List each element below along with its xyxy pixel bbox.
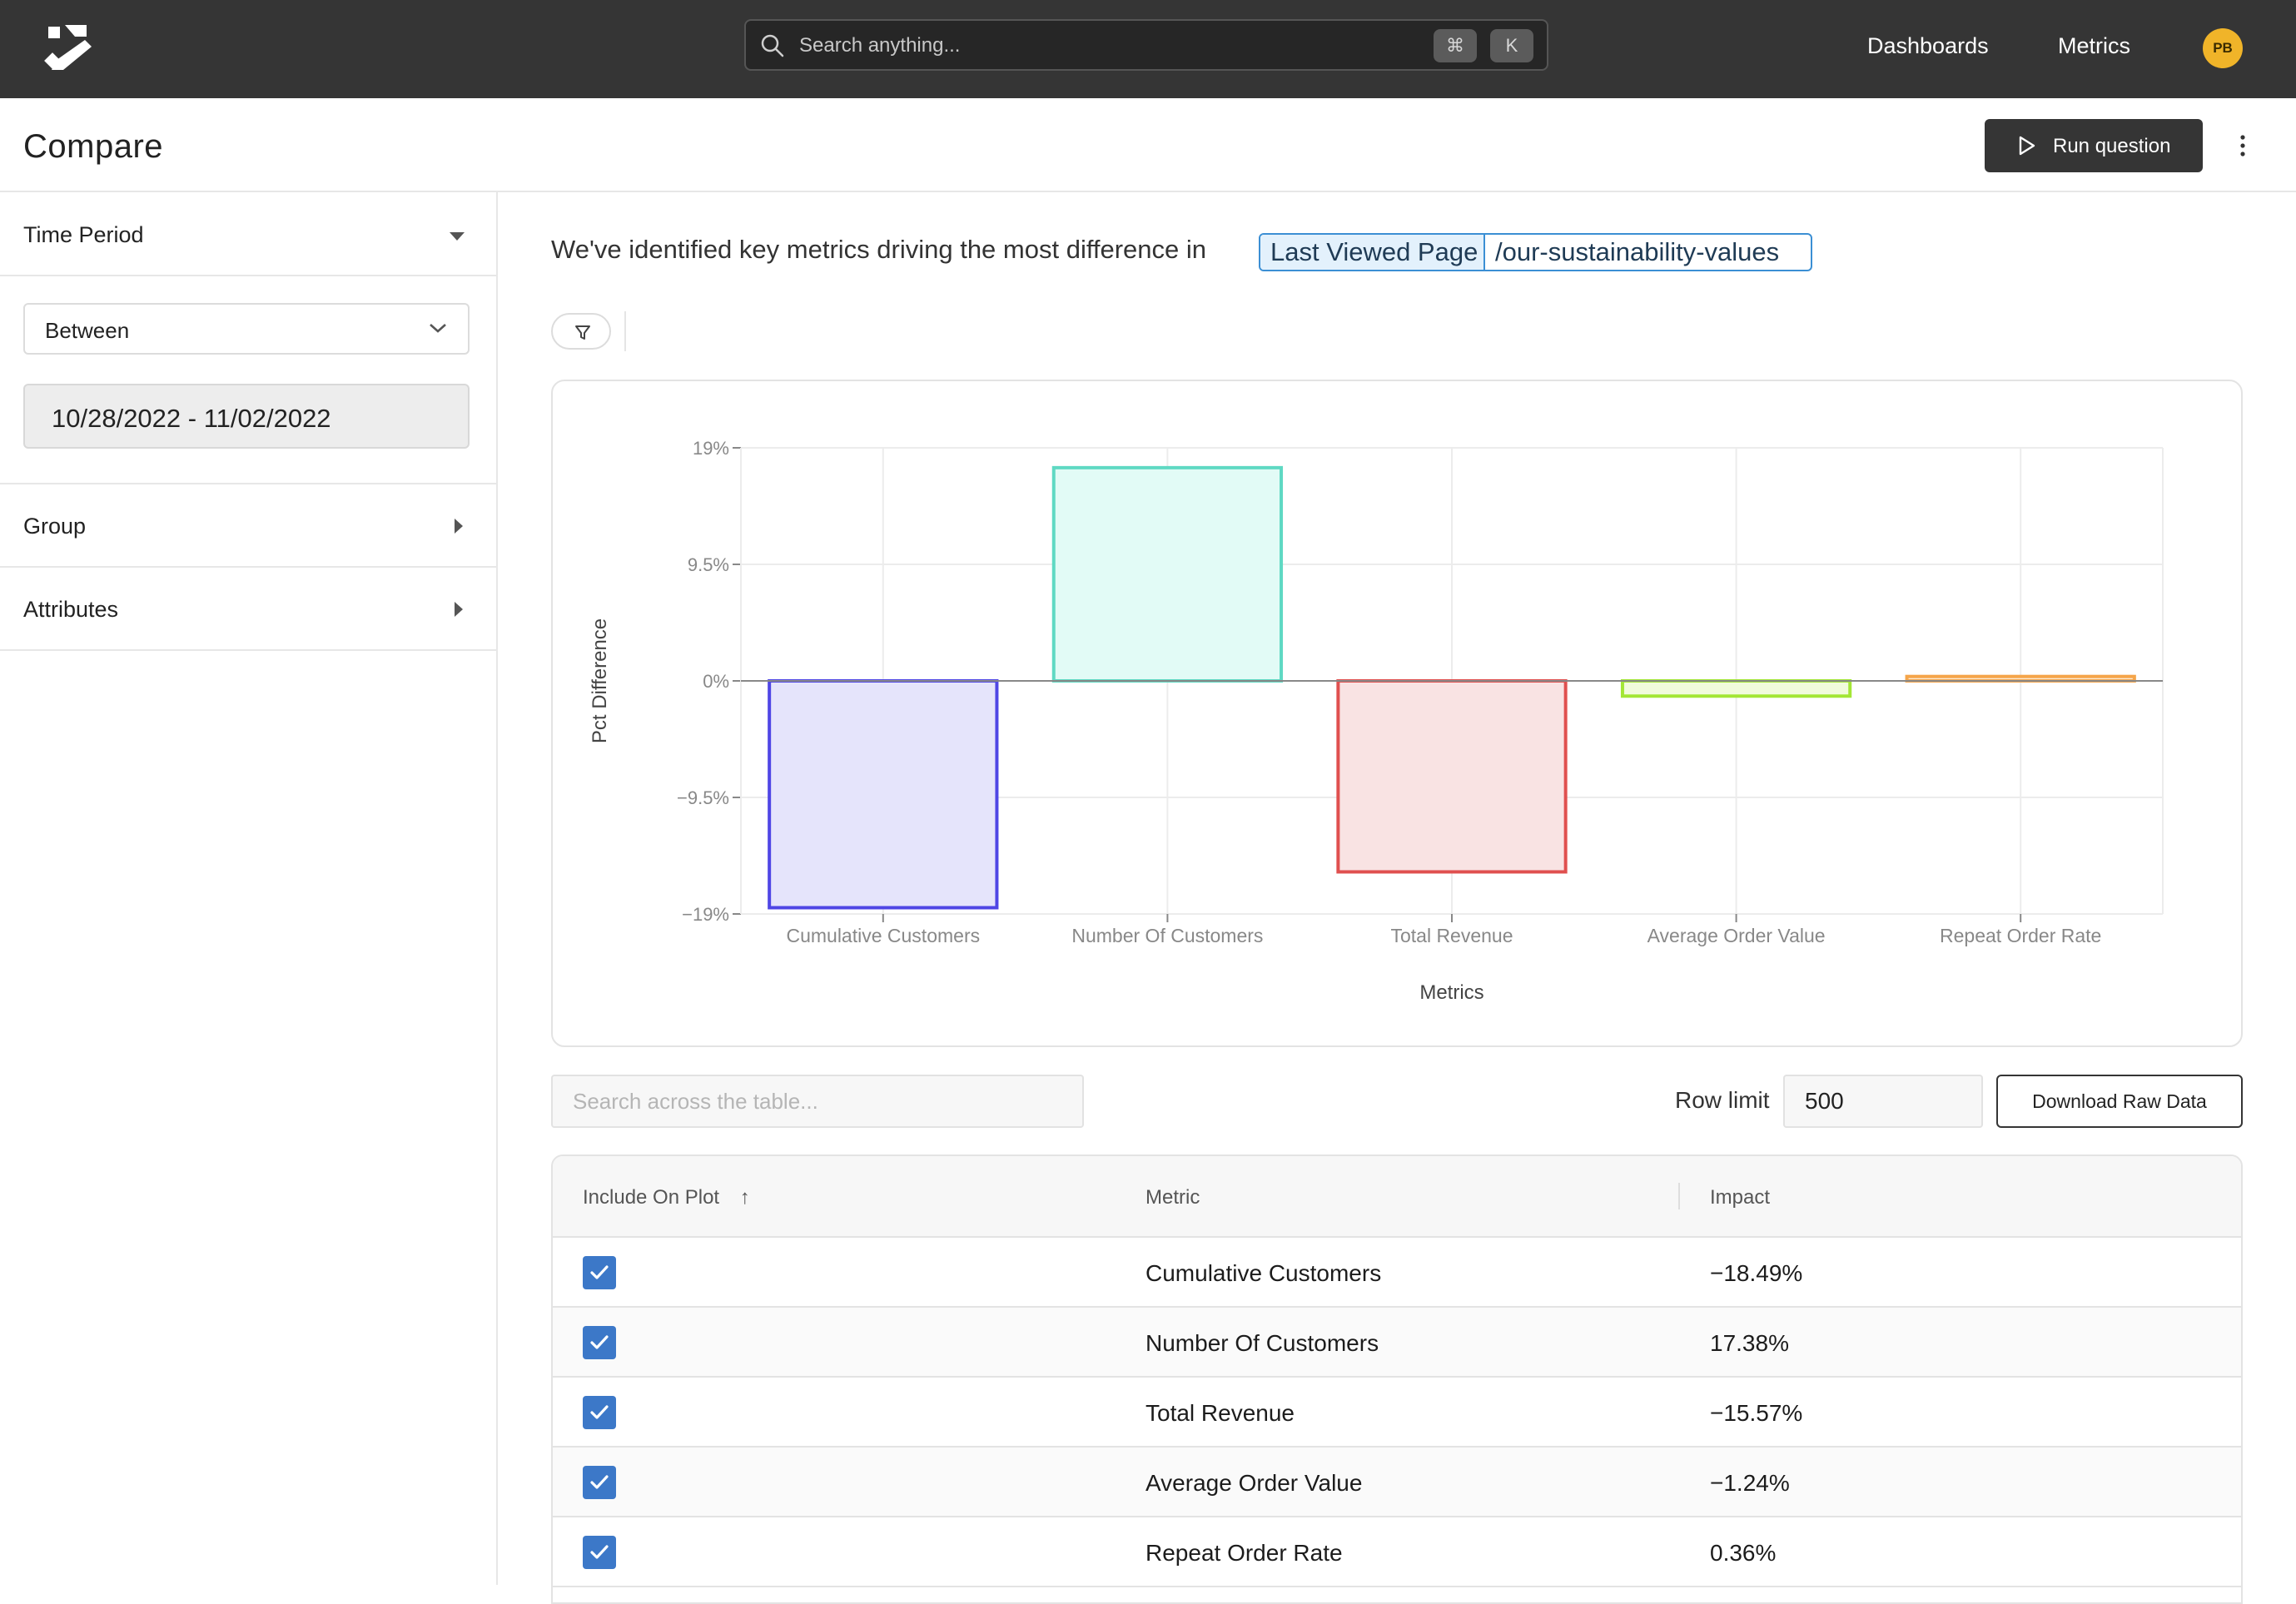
checkmark-icon [590,1335,609,1349]
search-icon [761,34,784,57]
app-logo-icon[interactable] [43,22,95,73]
y-tick-label: 9.5% [688,554,729,575]
chart-card: 19% 9.5% 0% −9.5% −19% Cumulative Customers Nu… [551,380,2243,1047]
impact-cell: −1.24% [1710,1470,1790,1496]
y-axis-title: Pct Difference [589,618,611,743]
column-divider [2241,1183,2243,1209]
bar [768,679,999,910]
time-period-label: Time Period [23,222,144,247]
attributes-section-header[interactable]: Attributes [0,568,496,651]
checkmark-icon [590,1475,609,1489]
y-tick-label: 19% [693,438,729,459]
play-icon [2019,136,2035,156]
toolbar-divider [624,311,626,351]
run-question-label: Run question [2053,135,2171,157]
table-row: Number Of Customers 17.38% [553,1308,2241,1378]
checkmark-icon [590,1405,609,1419]
x-tick-label: Average Order Value [1647,925,1826,946]
table-header: Include On Plot ↑ Metric Impact [553,1156,2243,1238]
page-header: Compare Run question [0,98,2296,192]
more-options-icon[interactable] [2234,133,2251,158]
table-search-input[interactable] [551,1075,1084,1128]
filter-sidebar: Time Period Between 10/28/2022 - 11/02/2… [0,192,498,1585]
metric-cell: Repeat Order Rate [1146,1540,1343,1566]
impact-cell: 17.38% [1710,1330,1789,1356]
global-search[interactable]: Search anything... ⌘ K [744,19,1548,71]
range-mode-select[interactable]: Between [23,303,470,355]
user-avatar[interactable]: PB [2203,28,2243,68]
include-on-plot-checkbox[interactable] [583,1396,616,1429]
include-on-plot-checkbox[interactable] [583,1326,616,1359]
x-tick-label: Total Revenue [1390,925,1513,946]
y-tick-label: 0% [703,671,729,692]
group-label: Group [23,514,87,539]
include-on-plot-checkbox[interactable] [583,1256,616,1289]
time-period-section-header[interactable]: Time Period [0,192,496,276]
caret-right-icon [455,519,463,534]
x-tick-label: Number Of Customers [1071,925,1263,946]
x-axis-title: Metrics [1419,981,1483,1004]
column-header-include[interactable]: Include On Plot ↑ [583,1186,750,1209]
group-section-header[interactable]: Group [0,484,496,568]
filter-button[interactable] [551,313,611,350]
segment-pill[interactable]: Last Viewed Page /our-sustainability-val… [1259,233,1812,271]
column-divider [1678,1183,1680,1209]
segment-value: /our-sustainability-values [1495,237,1780,266]
funnel-icon [575,325,590,340]
bar-chart: 19% 9.5% 0% −9.5% −19% Cumulative Customers Nu… [589,438,2164,1004]
range-mode-value: Between [45,318,130,343]
include-on-plot-checkbox[interactable] [583,1466,616,1499]
caret-down-icon [450,232,465,241]
top-navbar: Search anything... ⌘ K Dashboards Metric… [0,0,2296,98]
nav-dashboards[interactable]: Dashboards [1867,33,1989,59]
segment-key: Last Viewed Page [1260,235,1485,270]
row-limit-label: Row limit [1675,1087,1770,1113]
table-row: Cumulative Customers −18.49% [553,1238,2241,1308]
column-header-impact[interactable]: Impact [1710,1186,1770,1209]
row-limit-input[interactable] [1783,1075,1983,1128]
caret-right-icon [455,602,463,617]
table-row: Repeat Order Rate 0.36% [553,1517,2241,1587]
command-key-badge: ⌘ [1434,29,1477,62]
bar [1336,679,1568,874]
metric-cell: Total Revenue [1146,1400,1295,1426]
metrics-table: Include On Plot ↑ Metric Impact Cumulati… [551,1155,2243,1604]
impact-cell: 0.36% [1710,1540,1777,1566]
nav-metrics[interactable]: Metrics [2058,33,2130,59]
metric-cell: Cumulative Customers [1146,1260,1382,1286]
k-key-badge: K [1490,29,1533,62]
run-question-button[interactable]: Run question [1985,119,2203,172]
impact-cell: −18.49% [1710,1260,1803,1286]
column-header-metric[interactable]: Metric [1146,1186,1200,1209]
column-header-include-label: Include On Plot [583,1186,720,1209]
download-raw-data-button[interactable]: Download Raw Data [1996,1075,2243,1128]
page-title: Compare [23,128,164,165]
checkmark-icon [590,1545,609,1559]
date-range-value: 10/28/2022 - 11/02/2022 [52,404,331,433]
y-tick-label: −19% [682,904,729,925]
metric-cell: Number Of Customers [1146,1330,1379,1356]
impact-cell: −15.57% [1710,1400,1803,1426]
bar [1620,679,1852,698]
bar [1051,465,1284,683]
y-tick-label: −9.5% [677,787,729,808]
x-tick-label: Cumulative Customers [786,925,980,946]
sort-ascending-icon: ↑ [739,1186,750,1209]
attributes-label: Attributes [23,597,119,622]
table-row: Average Order Value −1.24% [553,1448,2241,1517]
checkmark-icon [590,1265,609,1279]
metric-cell: Average Order Value [1146,1470,1363,1496]
search-placeholder: Search anything... [799,34,961,57]
date-range-input[interactable]: 10/28/2022 - 11/02/2022 [23,384,470,449]
include-on-plot-checkbox[interactable] [583,1536,616,1569]
insight-headline: We've identified key metrics driving the… [551,235,1207,264]
table-row: Total Revenue −15.57% [553,1378,2241,1448]
x-tick-label: Repeat Order Rate [1940,925,2101,946]
chevron-down-icon [430,324,446,333]
